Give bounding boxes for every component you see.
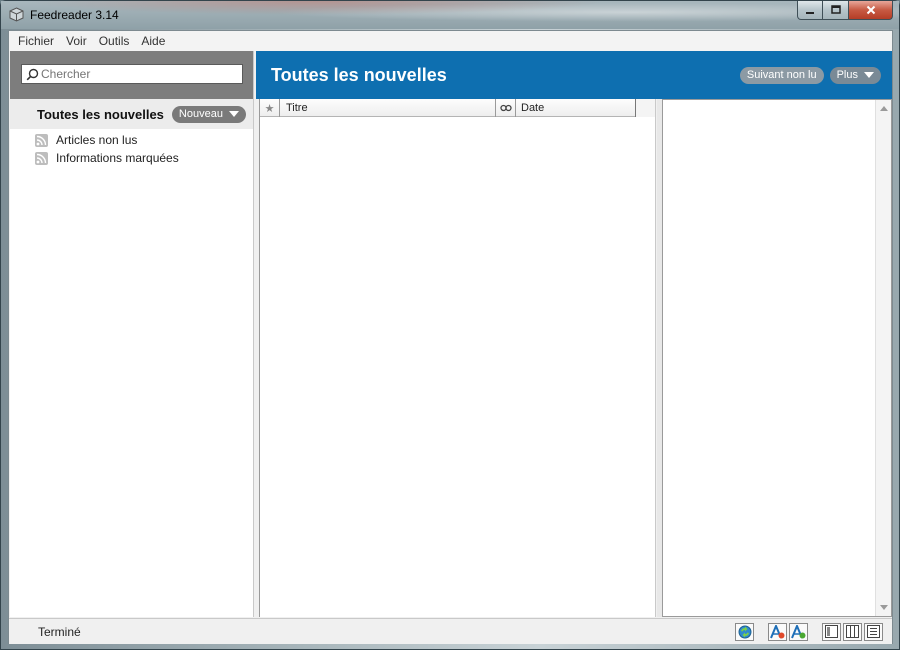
menu-bar: Fichier Voir Outils Aide	[9, 31, 892, 51]
more-button-label: Plus	[836, 69, 858, 81]
feed-item-label: Articles non lus	[56, 133, 138, 147]
feed-list: Articles non lus Informations marquées	[10, 131, 253, 167]
feedreader-logo-icon	[9, 7, 24, 22]
menu-voir[interactable]: Voir	[60, 34, 93, 48]
page-title: Toutes les nouvelles	[271, 64, 447, 85]
column-title[interactable]: Titre	[280, 99, 496, 117]
refresh-icon	[738, 625, 751, 638]
feed-item-label: Informations marquées	[56, 151, 179, 165]
title-bar[interactable]: Feedreader 3.14	[1, 1, 899, 29]
article-list[interactable]: ★ Titre Date	[259, 99, 656, 617]
star-icon: ★	[264, 102, 275, 115]
menu-outils[interactable]: Outils	[93, 34, 136, 48]
preview-scrollbar[interactable]	[875, 100, 891, 616]
layout-three-pane-button[interactable]	[843, 622, 862, 641]
attachment-icon	[499, 104, 512, 112]
search-input[interactable]	[39, 66, 242, 82]
search-icon	[26, 68, 39, 80]
chevron-down-icon	[228, 111, 239, 117]
window-title: Feedreader 3.14	[30, 8, 119, 22]
app-window: Feedreader 3.14 Fichier Voir Outils Aide	[0, 0, 900, 650]
search-area	[10, 51, 253, 99]
layout-list-icon	[867, 625, 880, 638]
sidebar-header-title: Toutes les nouvelles	[37, 106, 164, 122]
column-star[interactable]: ★	[260, 99, 280, 117]
search-box[interactable]	[21, 64, 243, 84]
column-filler	[636, 99, 655, 117]
sidebar-header[interactable]: Toutes les nouvelles Nouveau	[10, 99, 253, 129]
feed-icon	[35, 151, 48, 165]
maximize-icon	[830, 5, 841, 14]
article-preview[interactable]	[662, 99, 892, 617]
main-header: Toutes les nouvelles Suivant non lu Plus	[256, 51, 892, 99]
new-button-label: Nouveau	[178, 108, 223, 120]
maximize-button[interactable]	[823, 1, 849, 20]
menu-aide[interactable]: Aide	[135, 34, 171, 48]
column-date[interactable]: Date	[516, 99, 636, 117]
next-unread-button[interactable]: Suivant non lu	[739, 66, 824, 84]
layout-three-pane-icon	[846, 625, 859, 638]
window-controls	[797, 1, 893, 20]
scroll-up-icon[interactable]	[880, 106, 888, 111]
feed-icon	[35, 133, 48, 147]
chevron-down-icon	[864, 72, 874, 78]
new-button[interactable]: Nouveau	[171, 105, 246, 123]
font-decrease-button[interactable]	[768, 622, 787, 641]
refresh-button[interactable]	[735, 622, 754, 641]
font-decrease-icon	[770, 624, 785, 638]
layout-one-pane-icon	[825, 625, 838, 638]
feed-item-unread[interactable]: Articles non lus	[10, 131, 253, 149]
column-attachment[interactable]	[496, 99, 516, 117]
font-increase-button[interactable]	[789, 622, 808, 641]
scroll-down-icon[interactable]	[880, 605, 888, 610]
sidebar: Toutes les nouvelles Nouveau Articles no…	[10, 51, 254, 617]
menu-fichier[interactable]: Fichier	[12, 34, 60, 48]
close-button[interactable]	[849, 1, 893, 20]
column-date-label: Date	[521, 102, 545, 114]
client-area: Fichier Voir Outils Aide Toutes les nouv…	[8, 30, 893, 644]
status-bar: Terminé	[9, 618, 892, 644]
feed-item-flagged[interactable]: Informations marquées	[10, 149, 253, 167]
font-increase-icon	[791, 624, 806, 638]
column-headers: ★ Titre Date	[260, 99, 655, 117]
close-icon	[866, 5, 875, 15]
minimize-button[interactable]	[797, 1, 823, 20]
status-text: Terminé	[38, 624, 81, 639]
layout-list-button[interactable]	[864, 622, 883, 641]
minimize-icon	[806, 12, 814, 14]
more-button[interactable]: Plus	[829, 66, 881, 84]
layout-one-pane-button[interactable]	[822, 622, 841, 641]
column-title-label: Titre	[286, 102, 308, 114]
